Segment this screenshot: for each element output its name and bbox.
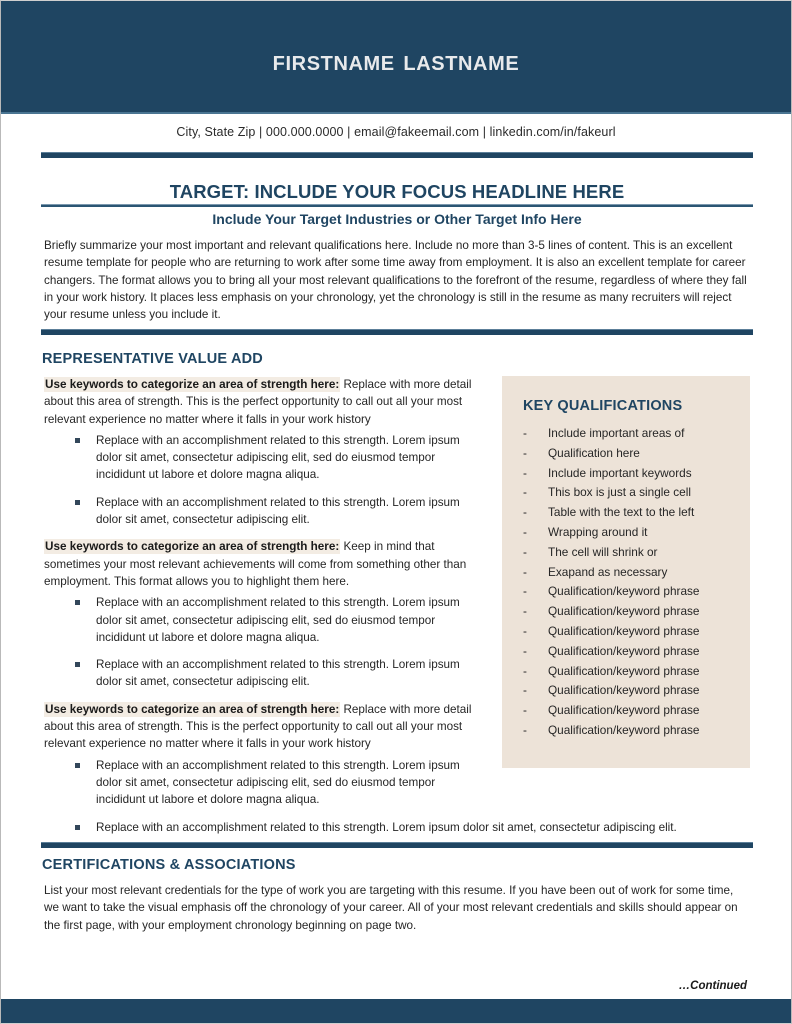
dash-bullet-icon: - [523, 722, 527, 737]
list-item: - The cell will shrink or [520, 543, 736, 563]
strength-keyword-lead: Use keywords to categorize an area of st… [44, 377, 341, 392]
summary-paragraph: Briefly summarize your most important an… [44, 239, 747, 322]
list-item: Replace with an accomplishment related t… [44, 432, 750, 484]
list-item-label: Replace with an accomplishment related t… [96, 820, 677, 834]
accomplishment-list: Replace with an accomplishment related t… [44, 432, 750, 528]
section-heading-certifications: CERTIFICATIONS & ASSOCIATIONS [42, 857, 296, 873]
strength-blocks: Use keywords to categorize an area of st… [44, 376, 750, 836]
list-item: Replace with an accomplishment related t… [44, 757, 750, 809]
accomplishment-list: Replace with an accomplishment related t… [44, 594, 750, 690]
resume-page: Firstname Lastname City, State Zip | 000… [0, 0, 792, 1024]
square-bullet-icon [75, 600, 80, 606]
page-title: Firstname Lastname [272, 45, 520, 77]
list-item-label: Replace with an accomplishment related t… [96, 658, 460, 689]
strength-keyword-lead: Use keywords to categorize an area of st… [44, 539, 341, 555]
target-headline: TARGET: INCLUDE YOUR FOCUS HEADLINE HERE [169, 181, 625, 202]
contact-line: City, State Zip | 000.000.0000 | email@f… [176, 125, 616, 139]
accomplishment-list: Replace with an accomplishment related t… [44, 757, 750, 836]
list-item-label: Exapand as necessary [548, 564, 668, 579]
list-item-label: Qualification/keyword phrase [548, 722, 700, 737]
list-item: - Qualification/keyword phrase [520, 721, 736, 741]
certifications-paragraph: List your most relevant credentials for … [44, 884, 738, 932]
list-item: Replace with an accomplishment related t… [44, 819, 750, 836]
square-bullet-icon [75, 662, 80, 668]
list-item: Replace with an accomplishment related t… [44, 594, 750, 646]
list-item: Replace with an accomplishment related t… [44, 656, 750, 691]
list-item: - Exapand as necessary [520, 563, 736, 583]
dash-bullet-icon: - [523, 703, 527, 718]
list-item-label: The cell will shrink or [548, 544, 658, 559]
square-bullet-icon [75, 437, 80, 443]
footer-banner [1, 999, 791, 1023]
list-item: Replace with an accomplishment related t… [44, 494, 750, 529]
divider-value-add [41, 329, 753, 335]
key-qualifications-title: KEY QUALIFICATIONS [523, 398, 683, 414]
list-item-label: Replace with an accomplishment related t… [96, 758, 460, 807]
continued-marker: …Continued [678, 980, 747, 992]
dash-bullet-icon: - [523, 544, 527, 559]
list-item-label: Replace with an accomplishment related t… [96, 596, 460, 644]
header-banner: Firstname Lastname [1, 1, 791, 114]
section-heading-value-add: REPRESENTATIVE VALUE ADD [42, 351, 263, 367]
list-item-label: Qualification/keyword phrase [548, 703, 700, 718]
square-bullet-icon [75, 499, 80, 505]
value-add-body: KEY QUALIFICATIONS - Include important ar… [44, 376, 750, 846]
list-item-label: Replace with an accomplishment related t… [96, 495, 460, 527]
list-item: - Qualification/keyword phrase [520, 701, 736, 721]
list-item-label: Replace with an accomplishment related t… [96, 433, 460, 482]
divider-top [41, 152, 753, 158]
square-bullet-icon [75, 762, 80, 768]
target-subheadline: Include Your Target Industries or Other … [212, 211, 582, 227]
divider-target [41, 204, 753, 207]
square-bullet-icon [75, 824, 80, 830]
dash-bullet-icon: - [523, 564, 527, 579]
strength-keyword-lead: Use keywords to categorize an area of st… [44, 701, 341, 717]
